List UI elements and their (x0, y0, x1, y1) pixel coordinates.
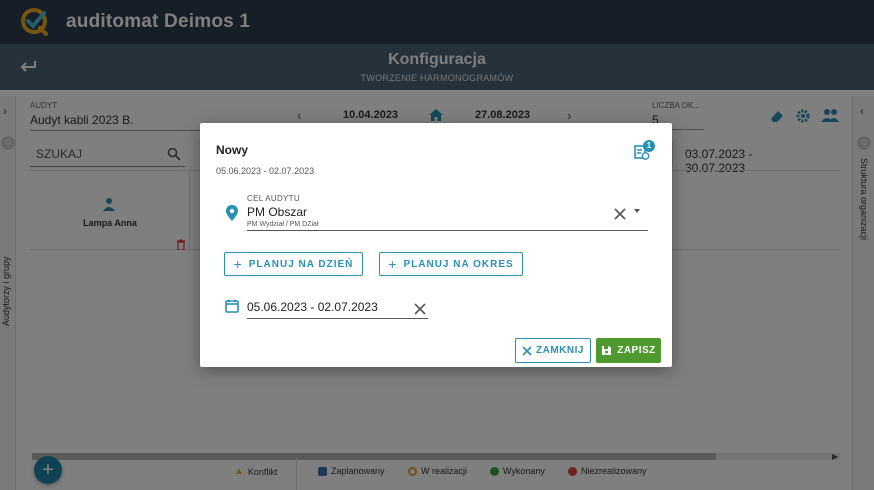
clear-date-icon[interactable] (414, 302, 426, 315)
audit-target-path: PM Wydział / PM DZiał (247, 221, 319, 228)
calendar-icon (225, 299, 239, 313)
plan-day-button[interactable]: + PLANUJ NA DZIEŃ (224, 252, 363, 276)
save-button-label: ZAPISZ (617, 345, 656, 356)
close-button-label: ZAMKNIJ (536, 345, 584, 356)
audit-target-caption: CEL AUDYTU (247, 194, 300, 203)
audit-target-underline (247, 230, 648, 231)
save-icon (602, 346, 612, 355)
dialog-title: Nowy (216, 143, 249, 157)
plus-icon: + (233, 256, 243, 272)
chevron-down-icon[interactable] (634, 209, 640, 213)
close-icon (522, 345, 532, 356)
plus-icon: + (388, 256, 398, 272)
clear-target-icon[interactable] (614, 207, 626, 220)
plan-day-label: PLANUJ NA DZIEŃ (248, 258, 354, 270)
save-button[interactable]: ZAPISZ (596, 338, 661, 363)
audit-target-select[interactable]: PM Obszar (247, 205, 307, 219)
close-button[interactable]: ZAMKNIJ (515, 338, 591, 363)
date-range-input[interactable]: 05.06.2023 - 02.07.2023 (247, 300, 378, 314)
date-range-underline (247, 318, 428, 319)
new-schedule-dialog: Nowy 05.06.2023 - 02.07.2023 1 CEL AUDYT… (200, 123, 672, 367)
plan-period-label: PLANUJ NA OKRES (403, 258, 514, 270)
dialog-date-range: 05.06.2023 - 02.07.2023 (216, 166, 315, 176)
checklist-badge-button[interactable]: 1 (633, 140, 655, 163)
checklist-badge-count: 1 (643, 140, 655, 152)
plan-period-button[interactable]: + PLANUJ NA OKRES (379, 252, 523, 276)
location-pin-icon (225, 205, 239, 221)
